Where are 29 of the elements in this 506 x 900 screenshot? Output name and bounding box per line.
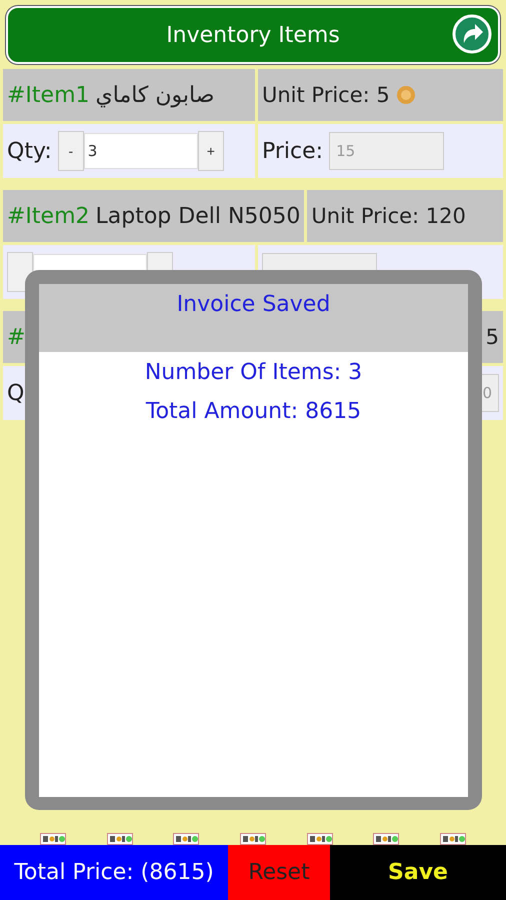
price-field: 15 bbox=[329, 132, 444, 170]
dialog-text: Total Amount: 8615 bbox=[146, 399, 362, 424]
dialog-text: Number Of Items: 3 bbox=[144, 360, 362, 385]
banner-icon[interactable] bbox=[373, 833, 400, 845]
save-button[interactable]: Save bbox=[330, 845, 506, 900]
item-name: Laptop Dell N5050 bbox=[96, 204, 300, 228]
unit-price: Unit Price: 5 bbox=[262, 83, 390, 107]
quantity-field[interactable]: 3 bbox=[84, 133, 198, 169]
banner-icon[interactable] bbox=[40, 833, 66, 845]
item-number: # bbox=[7, 324, 26, 350]
banner-icon[interactable] bbox=[306, 833, 333, 845]
decrement-button[interactable]: - bbox=[58, 131, 84, 171]
page-title: Inventory Items bbox=[166, 22, 340, 48]
unit-price: Unit Price: 120 bbox=[311, 204, 466, 228]
banner-icon[interactable] bbox=[173, 833, 200, 845]
reset-button[interactable]: Reset bbox=[228, 845, 330, 900]
banner-icon[interactable] bbox=[106, 833, 133, 845]
item-name: صابون كاماي bbox=[96, 82, 214, 108]
unit-price: 5 bbox=[486, 325, 499, 349]
banner-icon[interactable] bbox=[240, 833, 266, 845]
price-label: Price: bbox=[262, 138, 324, 164]
quantity-label: Qty: bbox=[7, 138, 52, 164]
quantity-label: Q bbox=[7, 380, 24, 406]
total-price: Total Price: (8615) bbox=[0, 845, 228, 900]
increment-button[interactable]: + bbox=[198, 131, 224, 171]
item-number: #Item1 bbox=[7, 82, 90, 108]
dialog-title: Invoice Saved bbox=[176, 292, 330, 319]
banner-icon[interactable] bbox=[440, 833, 466, 845]
item-number: #Item2 bbox=[7, 204, 90, 228]
